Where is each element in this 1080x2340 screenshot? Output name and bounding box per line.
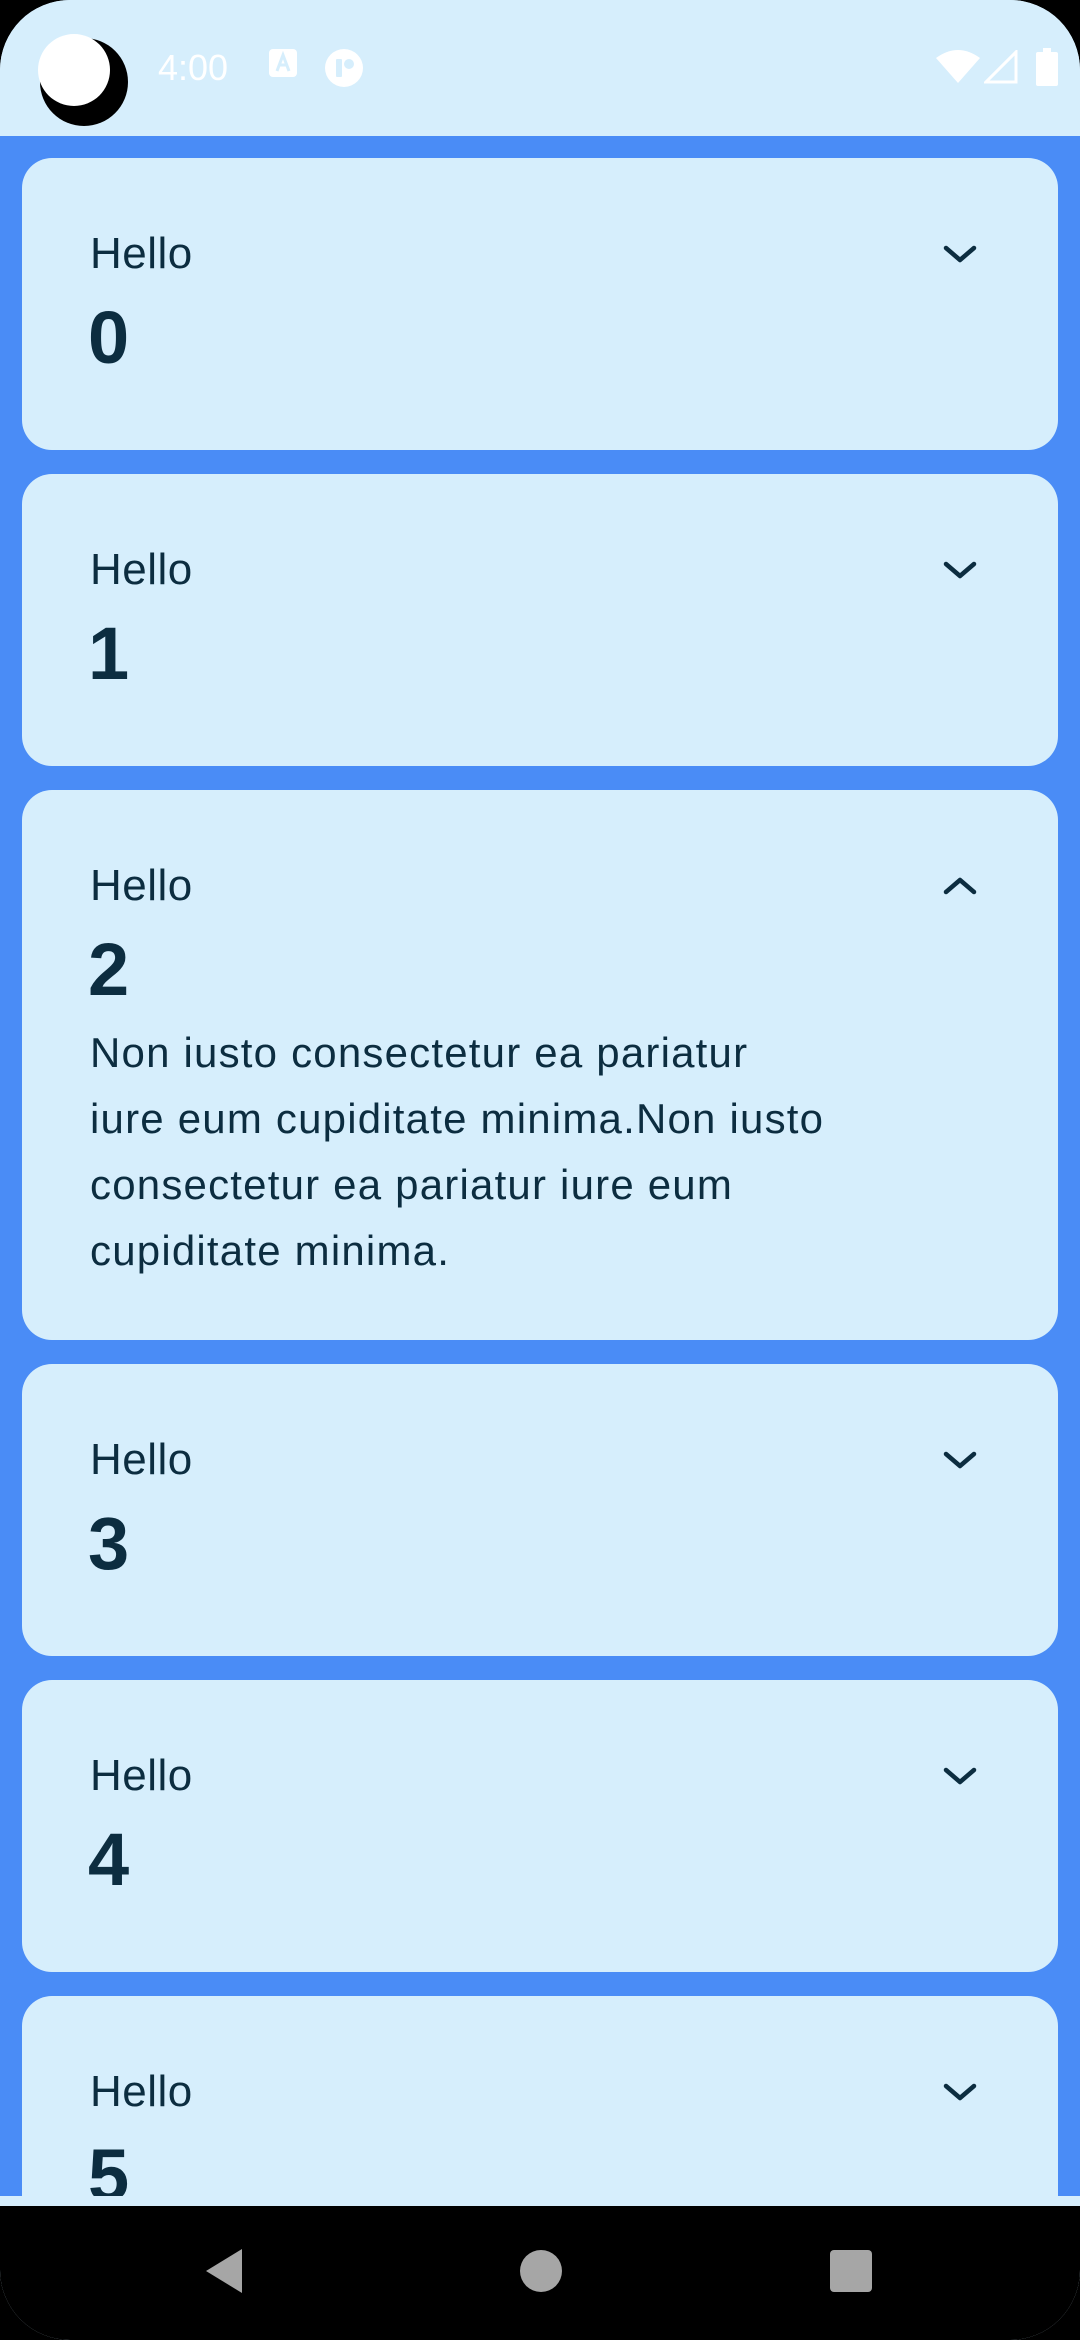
navigation-bar (0, 2206, 1080, 2340)
card-body-text: Non iusto consectetur ea pariatur iure e… (90, 1029, 825, 1274)
chevron-down-icon[interactable] (940, 238, 980, 270)
card-number: 3 (88, 1502, 130, 1585)
card-label: Hello (90, 1751, 193, 1800)
card-list[interactable]: Hello 0 Hello 1 Hello 2 Non iusto consec… (0, 136, 1080, 2196)
battery-icon (1036, 48, 1058, 86)
status-bar: 4:00 (0, 0, 1080, 136)
card-label: Hello (90, 1435, 193, 1484)
card-number: 2 (88, 928, 130, 1011)
expandable-card[interactable]: Hello 0 (22, 158, 1058, 450)
camera-cutout-icon (38, 34, 128, 126)
expandable-card[interactable]: Hello 5 (22, 1996, 1058, 2196)
status-time: 4:00 (158, 47, 229, 88)
recents-icon[interactable] (816, 2236, 886, 2306)
card-label: Hello (90, 861, 193, 910)
accessibility-a-icon (269, 49, 297, 77)
card-number: 5 (88, 2134, 130, 2196)
card-label: Hello (90, 229, 193, 278)
app-screen: 4:00 Hello 0 Hello 1 Hello 2 Non iusto c… (0, 0, 1080, 2340)
card-number: 4 (88, 1818, 130, 1901)
card-label: Hello (90, 2067, 193, 2116)
chevron-up-icon[interactable] (940, 870, 980, 902)
signal-icon (984, 50, 1018, 84)
wifi-icon (936, 50, 980, 83)
expandable-card-expanded[interactable]: Hello 2 Non iusto consectetur ea pariatu… (22, 790, 1058, 1340)
chevron-down-icon[interactable] (940, 2076, 980, 2108)
back-icon[interactable] (192, 2236, 262, 2306)
chevron-down-icon[interactable] (940, 1444, 980, 1476)
card-label: Hello (90, 545, 193, 594)
card-number: 1 (88, 612, 130, 695)
expandable-card[interactable]: Hello 4 (22, 1680, 1058, 1972)
home-icon[interactable] (506, 2236, 576, 2306)
chevron-down-icon[interactable] (940, 1760, 980, 1792)
expandable-card[interactable]: Hello 3 (22, 1364, 1058, 1656)
expandable-card[interactable]: Hello 1 (22, 474, 1058, 766)
chevron-down-icon[interactable] (940, 554, 980, 586)
record-icon (325, 49, 363, 87)
card-number: 0 (88, 296, 130, 379)
